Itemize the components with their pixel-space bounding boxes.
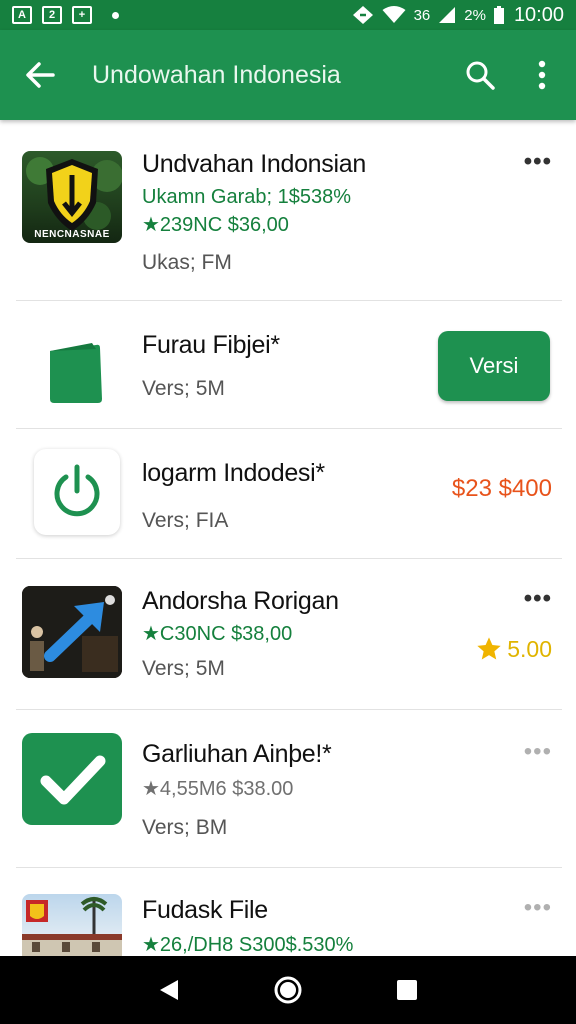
page-title: Undowahan Indonesia [92, 60, 341, 89]
app-title: Andorsha Rorigan [142, 587, 339, 615]
notification-dot-icon [112, 11, 119, 19]
app-title: Garliuhan Ainþe!* [142, 740, 332, 768]
rating-price-line: ★4,55M6 $38.00 [142, 778, 294, 800]
item-more-button[interactable]: ••• [524, 148, 552, 176]
list-item[interactable]: NENCNASNAE Undvahan Indonsian Ukamn Gara… [16, 120, 562, 301]
app-meta: Vers; FIA [142, 509, 229, 532]
app-title: logarm Indodesi* [142, 459, 325, 487]
signal-text: 36 [413, 6, 431, 24]
battery-icon [493, 6, 504, 24]
app-thumbnail [22, 319, 122, 411]
app-thumbnail [22, 894, 122, 956]
building-icon [22, 897, 122, 956]
app-subtitle: Ukamn Garab; 1$538% [142, 186, 352, 208]
item-more-button[interactable]: ••• [524, 738, 552, 766]
wifi-icon [382, 6, 406, 23]
app-title: Fudask File [142, 896, 268, 924]
nav-recents-button[interactable] [389, 972, 425, 1008]
item-more-button[interactable]: ••• [524, 585, 552, 613]
list-item[interactable]: Furau Fibjei* Vers; 5M Versi [16, 301, 562, 429]
app-thumbnail [22, 733, 122, 825]
back-button[interactable] [20, 55, 60, 95]
app-meta: Ukas; FM [142, 251, 232, 274]
rating-value: 5.00 [507, 635, 552, 662]
power-icon [54, 464, 100, 517]
search-button[interactable] [460, 55, 500, 95]
data-saver-icon [352, 6, 373, 24]
app-meta: Vers; BM [142, 816, 228, 839]
app-thumbnail [22, 586, 122, 678]
system-nav-bar [0, 956, 576, 1024]
checkmark-icon [40, 755, 106, 805]
list-item[interactable]: Andorsha Rorigan ★C30NC $38,00 Vers; 5M … [16, 559, 562, 710]
app-meta: Vers; 5M [142, 657, 225, 680]
price-label: $23 $400 [451, 475, 552, 502]
rating-price-line: ★26,/DH8 S300$.530% [142, 934, 354, 956]
arrow-up-right-icon [22, 586, 122, 678]
notification-icon-a: A [12, 6, 32, 24]
app-bar: Undowahan Indonesia [0, 30, 576, 120]
app-title: Undvahan Indonsian [142, 150, 366, 178]
app-meta: Vers; 5M [142, 377, 225, 400]
list-item[interactable]: logarm Indodesi* Vers; FIA $23 $400 [16, 429, 562, 559]
notification-icon-plus: + [72, 6, 92, 24]
nav-back-icon [160, 980, 179, 1000]
arrow-back-icon [26, 62, 55, 88]
cell-signal-icon [439, 7, 456, 23]
app-title: Furau Fibjei* [142, 331, 280, 359]
app-thumbnail [34, 449, 120, 535]
battery-text: 2% [464, 6, 486, 24]
app-thumbnail: NENCNASNAE [22, 151, 122, 243]
list-item[interactable]: Garliuhan Ainþe!* ★4,55M6 $38.00 Vers; B… [16, 710, 562, 868]
nav-home-button[interactable] [270, 972, 306, 1008]
overflow-menu-button[interactable] [522, 55, 562, 95]
rating-badge: 5.00 [475, 635, 552, 663]
thumbnail-caption: NENCNASNAE [34, 229, 110, 240]
notification-icon-2: 2 [42, 6, 62, 24]
list-item[interactable]: Fudask File ★26,/DH8 S300$.530% ••• [16, 868, 562, 956]
nav-home-icon [274, 976, 302, 1004]
star-icon [477, 637, 501, 660]
more-vert-icon [538, 60, 546, 90]
nav-recents-icon [396, 980, 417, 1000]
search-icon [466, 61, 495, 90]
rating-price-line: ★C30NC $38,00 [142, 623, 293, 645]
item-more-button[interactable]: ••• [524, 894, 552, 922]
nav-back-button[interactable] [151, 972, 187, 1008]
clock: 10:00 [513, 3, 564, 26]
status-bar: A 2 + 36 2% 10:00 [0, 0, 576, 30]
rating-price-line: ★239NC $36,00 [142, 214, 289, 236]
folder-icon [50, 343, 102, 403]
app-list: NENCNASNAE Undvahan Indonsian Ukamn Gara… [0, 120, 576, 956]
version-button[interactable]: Versi [438, 331, 550, 401]
